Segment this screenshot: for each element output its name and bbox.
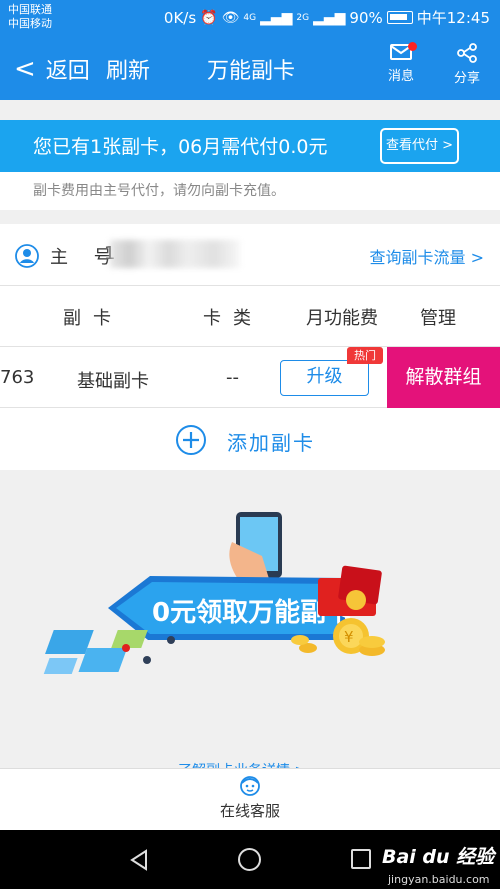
clock: 中午12:45 <box>416 9 490 27</box>
battery-icon <box>386 11 413 24</box>
query-traffic-link[interactable]: 查询副卡流量 > <box>370 244 485 268</box>
recents-square-icon[interactable] <box>351 849 371 869</box>
home-circle-icon[interactable] <box>238 848 261 871</box>
redacted-number <box>110 240 240 268</box>
main-number-row: 主 号 1 查询副卡流量 > <box>0 224 500 286</box>
signal-2g-label: 2G <box>296 12 310 23</box>
promo-banner[interactable]: 0元领取万能副卡 ¥ 了解副卡业务详情 > <box>0 470 500 779</box>
user-icon <box>15 244 39 272</box>
signal-4g-label: 4G <box>243 12 257 23</box>
envelope-icon <box>384 42 418 61</box>
column-header-monthly-fee: 月功能费 <box>306 308 378 329</box>
upgrade-button[interactable]: 升级 <box>280 360 369 396</box>
billing-summary-text: 您已有1张副卡，06月需代付0.0元 <box>33 136 328 158</box>
back-triangle-icon[interactable] <box>128 849 150 875</box>
network-speed: 0K/s <box>163 8 197 27</box>
sub-card-name: 基础副卡 <box>77 371 149 392</box>
column-header-manage: 管理 <box>420 308 456 329</box>
view-payments-button[interactable]: 查看代付 > <box>380 128 459 164</box>
billing-note: 副卡费用由主号代付，请勿向副卡充值。 <box>0 172 500 210</box>
back-label: 返回 <box>45 59 90 84</box>
column-header-card-type: 卡类 <box>203 308 263 329</box>
carrier-1: 中国联通 <box>8 3 52 16</box>
customer-service-bar[interactable]: 在线客服 <box>0 768 500 830</box>
battery-percent: 90% <box>349 8 383 27</box>
back-button[interactable]: < 返回 <box>14 53 90 85</box>
watermark-url: jingyan.baidu.com <box>388 873 490 886</box>
sub-card-type: -- <box>226 367 239 388</box>
notification-dot <box>408 42 417 51</box>
share-icon <box>450 43 484 63</box>
messages-label: 消息 <box>387 69 414 84</box>
promo-illustration: 0元领取万能副卡 ¥ <box>43 512 385 674</box>
table-row: 763 基础副卡 -- 升级 热门 解散群组 <box>0 347 500 408</box>
svg-text:¥: ¥ <box>344 628 354 646</box>
system-navigation-bar: Bai du 经验 jingyan.baidu.com <box>0 830 500 889</box>
status-bar: 中国联通 中国移动 0K/s ⏰ 👁 4G ▂▄▆ 2G ▂▄▆ 90% 中午1… <box>0 0 500 35</box>
sub-card-panel: 主 号 1 查询副卡流量 > 副卡 卡类 月功能费 管理 763 基础副卡 --… <box>0 224 500 470</box>
alarm-icon: ⏰ <box>200 9 218 26</box>
eye-icon: 👁 <box>221 9 240 26</box>
chevron-left-icon: < <box>14 54 36 84</box>
column-header-sub-card: 副卡 <box>63 308 123 329</box>
messages-button[interactable]: 消息 <box>384 42 418 84</box>
add-sub-card-label: 添加副卡 <box>227 431 315 455</box>
signal-bars-icon: ▂▄▆ <box>260 9 293 26</box>
refresh-button[interactable]: 刷新 <box>106 53 150 85</box>
billing-note-text: 副卡费用由主号代付，请勿向副卡充值。 <box>33 183 285 199</box>
disband-group-button[interactable]: 解散群组 <box>387 347 500 408</box>
share-button[interactable]: 分享 <box>450 43 484 86</box>
carrier-2: 中国移动 <box>8 17 52 30</box>
sub-card-number: 763 <box>0 367 35 388</box>
status-indicators: 0K/s ⏰ 👁 4G ▂▄▆ 2G ▂▄▆ 90% 中午12:45 <box>164 7 490 28</box>
add-sub-card-button[interactable]: 添加副卡 <box>0 409 500 470</box>
share-label: 分享 <box>453 71 480 86</box>
app-header: < 返回 刷新 万能副卡 消息 分享 <box>0 35 500 100</box>
signal-bars-icon: ▂▄▆ <box>313 9 346 26</box>
customer-service-label: 在线客服 <box>219 802 280 820</box>
billing-summary-banner: 您已有1张副卡，06月需代付0.0元 查看代付 > <box>0 120 500 172</box>
plus-circle-icon <box>175 424 207 460</box>
watermark-logo: Bai du 经验 <box>382 846 495 868</box>
page-title: 万能副卡 <box>207 59 296 84</box>
hot-badge: 热门 <box>347 347 383 364</box>
